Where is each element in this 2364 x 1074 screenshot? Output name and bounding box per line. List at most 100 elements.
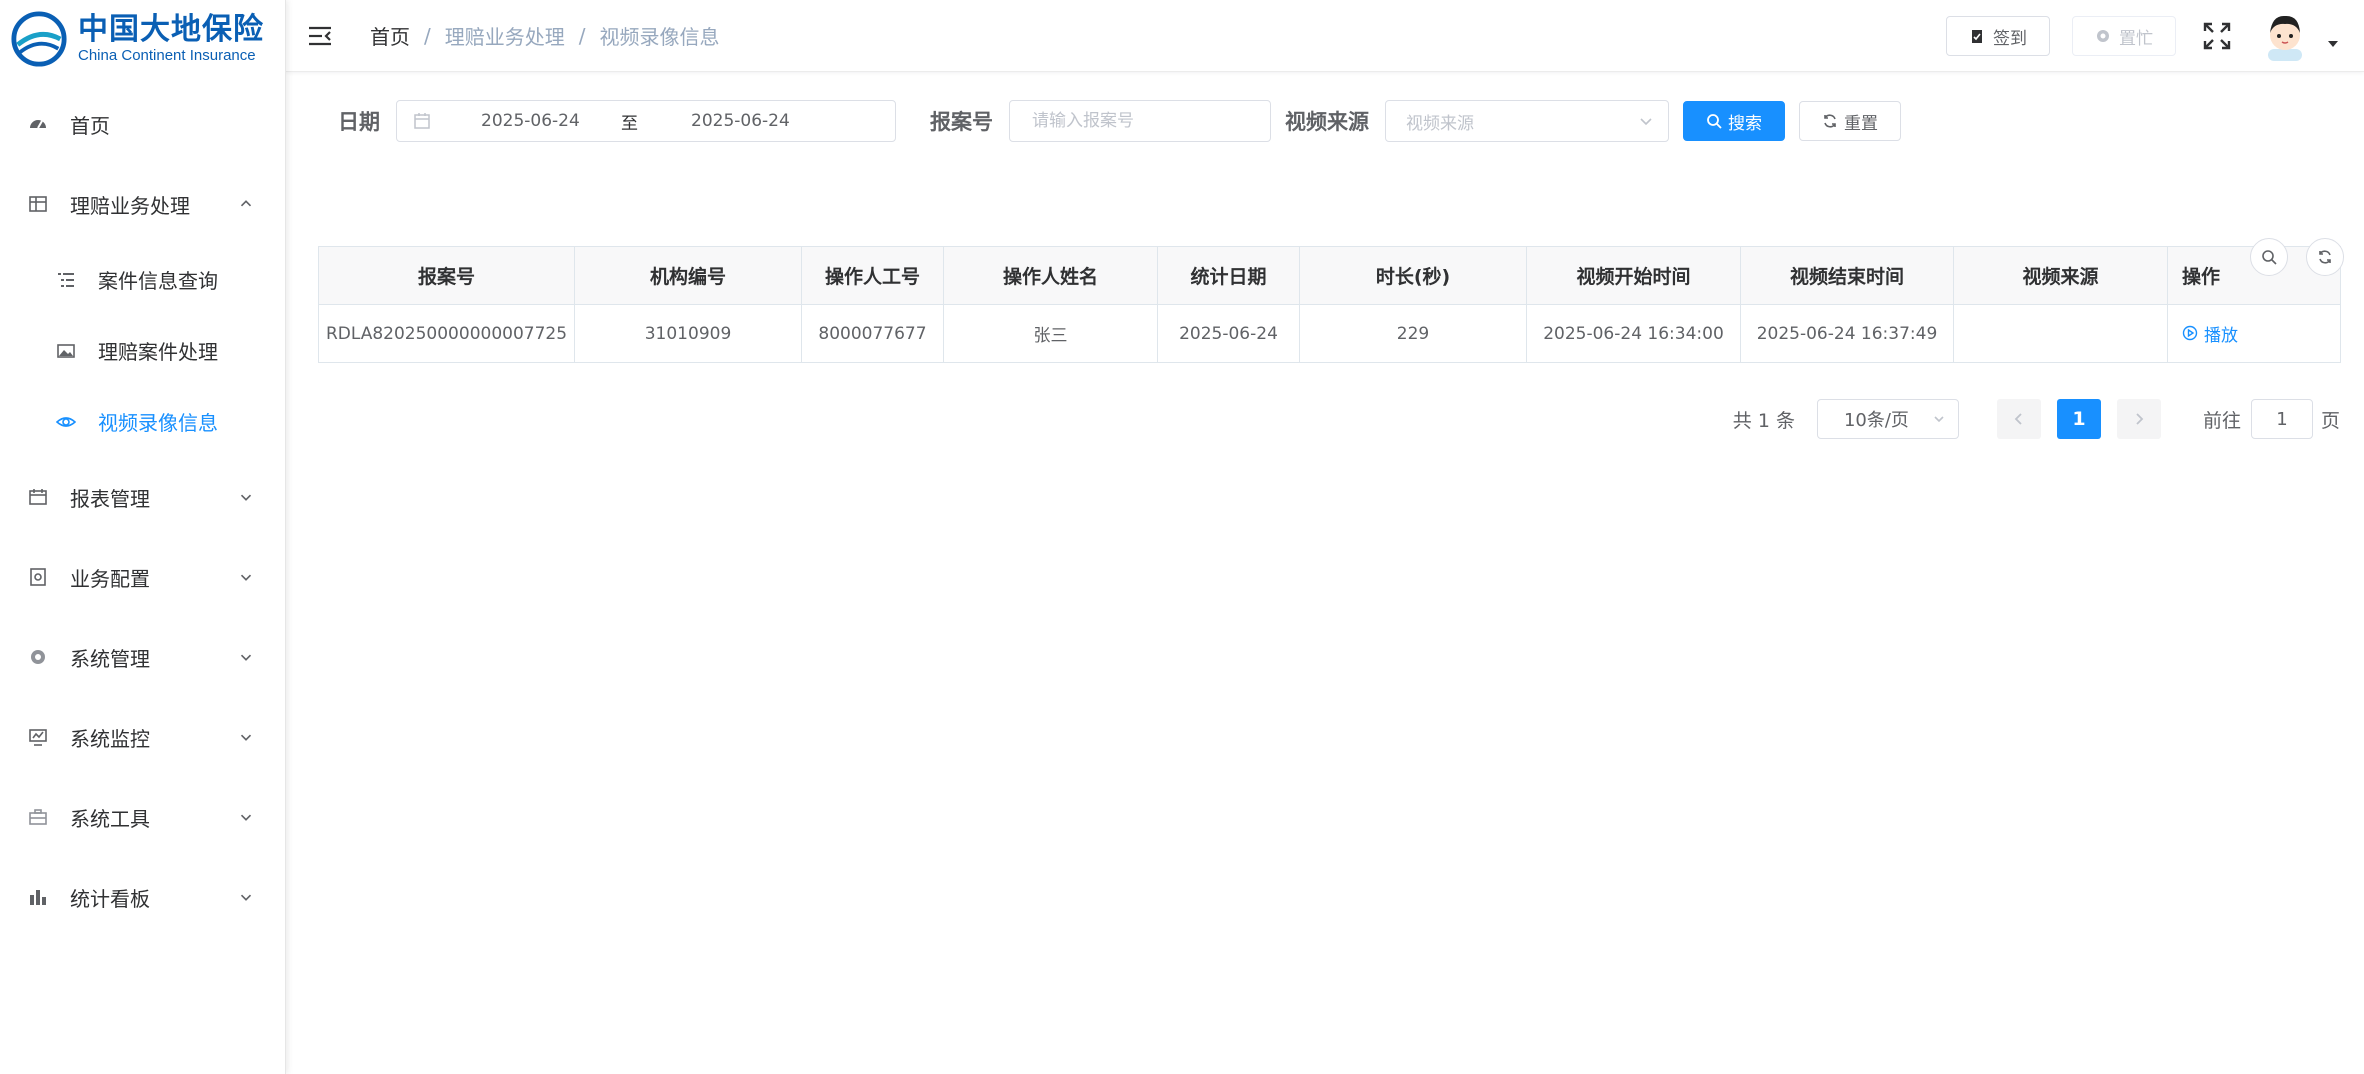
- page-jump: 前往 页: [2203, 399, 2340, 439]
- refresh-table-button[interactable]: [2306, 238, 2344, 276]
- next-page-button[interactable]: [2116, 399, 2161, 439]
- sidebar-item-label: 视频录像信息: [98, 411, 218, 435]
- cell-stat-date: 2025-06-24: [1157, 304, 1300, 363]
- refresh-icon: [1824, 114, 1836, 128]
- search-button[interactable]: 搜索: [1683, 101, 1785, 141]
- page-size-select[interactable]: 10条/页: [1816, 399, 1959, 439]
- sidebar-item-system-monitor[interactable]: 系统监控: [0, 697, 285, 777]
- reset-button-label: 重置: [1844, 113, 1878, 134]
- date-end-value: 2025-06-24: [691, 111, 790, 131]
- brand-name-en: China Continent Insurance: [78, 47, 256, 64]
- toggle-search-button[interactable]: [2250, 238, 2288, 276]
- prev-page-button[interactable]: [1996, 399, 2041, 439]
- chevron-down-icon: [1934, 416, 1944, 423]
- sidebar-item-business-config[interactable]: 业务配置: [0, 537, 285, 617]
- sidebar-item-reports[interactable]: 报表管理: [0, 457, 285, 537]
- chevron-down-icon: [240, 494, 252, 501]
- sidebar-item-system-tools[interactable]: 系统工具: [0, 777, 285, 857]
- sidebar-item-label: 系统管理: [70, 646, 150, 671]
- sidebar-item-label: 理赔业务处理: [70, 193, 190, 218]
- search-button-label: 搜索: [1728, 113, 1762, 134]
- sign-in-button[interactable]: 签到: [1946, 16, 2050, 56]
- list-icon: [56, 270, 76, 290]
- sidebar-item-case-handling[interactable]: 理赔案件处理: [0, 315, 285, 386]
- column-header: 时长(秒): [1299, 246, 1527, 305]
- refresh-icon: [2319, 250, 2331, 264]
- calendar-icon: [28, 487, 48, 507]
- column-header: 报案号: [318, 246, 575, 305]
- pagination-total: 共 1 条: [1732, 409, 1795, 432]
- chevron-down-icon: [240, 654, 252, 661]
- search-icon: [1707, 114, 1722, 129]
- cell-case-no: RDLA820250000000007725: [318, 304, 575, 363]
- column-header: 视频来源: [1953, 246, 2168, 305]
- gear-icon: [2097, 30, 2109, 42]
- sidebar-item-label: 统计看板: [70, 886, 150, 911]
- cell-operator-name: 张三: [943, 304, 1158, 363]
- menu-toggle-icon[interactable]: [306, 22, 334, 50]
- date-range-picker[interactable]: 2025-06-24 至 2025-06-24: [396, 100, 896, 142]
- cell-source: [1953, 304, 2168, 363]
- cell-operator-id: 8000077677: [801, 304, 944, 363]
- column-header: 机构编号: [574, 246, 802, 305]
- caret-down-icon[interactable]: [2326, 36, 2340, 50]
- main-area: 首页 / 理赔业务处理 / 视频录像信息 签到 置忙 日期 2025-06-24…: [286, 0, 2364, 1074]
- breadcrumb-home[interactable]: 首页: [370, 21, 410, 50]
- sidebar-item-case-query[interactable]: 案件信息查询: [0, 244, 285, 315]
- fullscreen-icon[interactable]: [2202, 21, 2232, 51]
- dashboard-icon: [28, 114, 48, 134]
- image-icon: [56, 341, 76, 361]
- gear-icon: [28, 647, 48, 667]
- chevron-down-icon: [240, 734, 252, 741]
- date-range-separator: 至: [621, 113, 638, 134]
- brand-logo[interactable]: 中国大地保险 China Continent Insurance: [0, 0, 285, 78]
- cell-end-time: 2025-06-24 16:37:49: [1740, 304, 1954, 363]
- breadcrumb-current: 视频录像信息: [599, 25, 720, 49]
- sidebar-item-claims[interactable]: 理赔业务处理: [0, 164, 285, 244]
- column-header: 视频开始时间: [1526, 246, 1741, 305]
- brand-name-cn: 中国大地保险: [78, 12, 264, 47]
- sidebar-menu: 首页 理赔业务处理 案件信息查询 理赔案件处理 视频录像信息 报表管理 业务配置…: [0, 84, 285, 937]
- calendar-icon: [414, 113, 430, 129]
- case-no-label: 报案号: [930, 110, 993, 134]
- breadcrumb-separator: /: [424, 23, 431, 48]
- busy-label: 置忙: [2119, 28, 2153, 49]
- date-label: 日期: [338, 110, 380, 134]
- sidebar-item-label: 首页: [70, 113, 110, 138]
- page-size-value: 10条/页: [1843, 410, 1909, 431]
- video-source-select[interactable]: 视频来源: [1385, 100, 1669, 142]
- sidebar-item-system-admin[interactable]: 系统管理: [0, 617, 285, 697]
- chevron-up-icon: [240, 200, 252, 207]
- video-records-table: 报案号 机构编号 操作人工号 操作人姓名 统计日期 时长(秒) 视频开始时间 视…: [318, 246, 2341, 363]
- cell-org-no: 31010909: [574, 304, 802, 363]
- busy-button[interactable]: 置忙: [2072, 16, 2176, 56]
- clipboard-check-icon: [1972, 30, 1982, 43]
- date-start-value: 2025-06-24: [481, 111, 580, 131]
- page-suffix: 页: [2320, 409, 2340, 432]
- column-header: 视频结束时间: [1740, 246, 1954, 305]
- breadcrumb: 首页 / 理赔业务处理 / 视频录像信息: [370, 21, 720, 50]
- chevron-down-icon: [240, 894, 252, 901]
- bar-chart-icon: [28, 887, 48, 907]
- reset-button[interactable]: 重置: [1799, 101, 1901, 141]
- search-icon: [2262, 250, 2277, 265]
- play-button[interactable]: 播放: [2182, 321, 2238, 346]
- sidebar-item-label: 报表管理: [70, 486, 150, 511]
- sidebar-item-label: 系统监控: [70, 726, 150, 751]
- sidebar: 中国大地保险 China Continent Insurance 首页 理赔业务…: [0, 0, 286, 1074]
- case-no-input[interactable]: [1009, 100, 1271, 142]
- eye-icon: [56, 412, 76, 432]
- sidebar-item-label: 案件信息查询: [98, 269, 218, 293]
- sidebar-item-stats-board[interactable]: 统计看板: [0, 857, 285, 937]
- avatar[interactable]: [2262, 11, 2308, 61]
- page-jump-input[interactable]: [2250, 399, 2313, 439]
- video-source-placeholder: 视频来源: [1406, 113, 1474, 134]
- sidebar-item-video-records[interactable]: 视频录像信息: [0, 386, 285, 457]
- page-number-button[interactable]: 1: [2056, 399, 2101, 439]
- safe-icon: [28, 567, 48, 587]
- table-toolbar: [2232, 238, 2344, 276]
- goto-label: 前往: [2202, 409, 2241, 432]
- grid-icon: [28, 194, 48, 214]
- chevron-down-icon: [1640, 118, 1652, 126]
- sidebar-item-home[interactable]: 首页: [0, 84, 285, 164]
